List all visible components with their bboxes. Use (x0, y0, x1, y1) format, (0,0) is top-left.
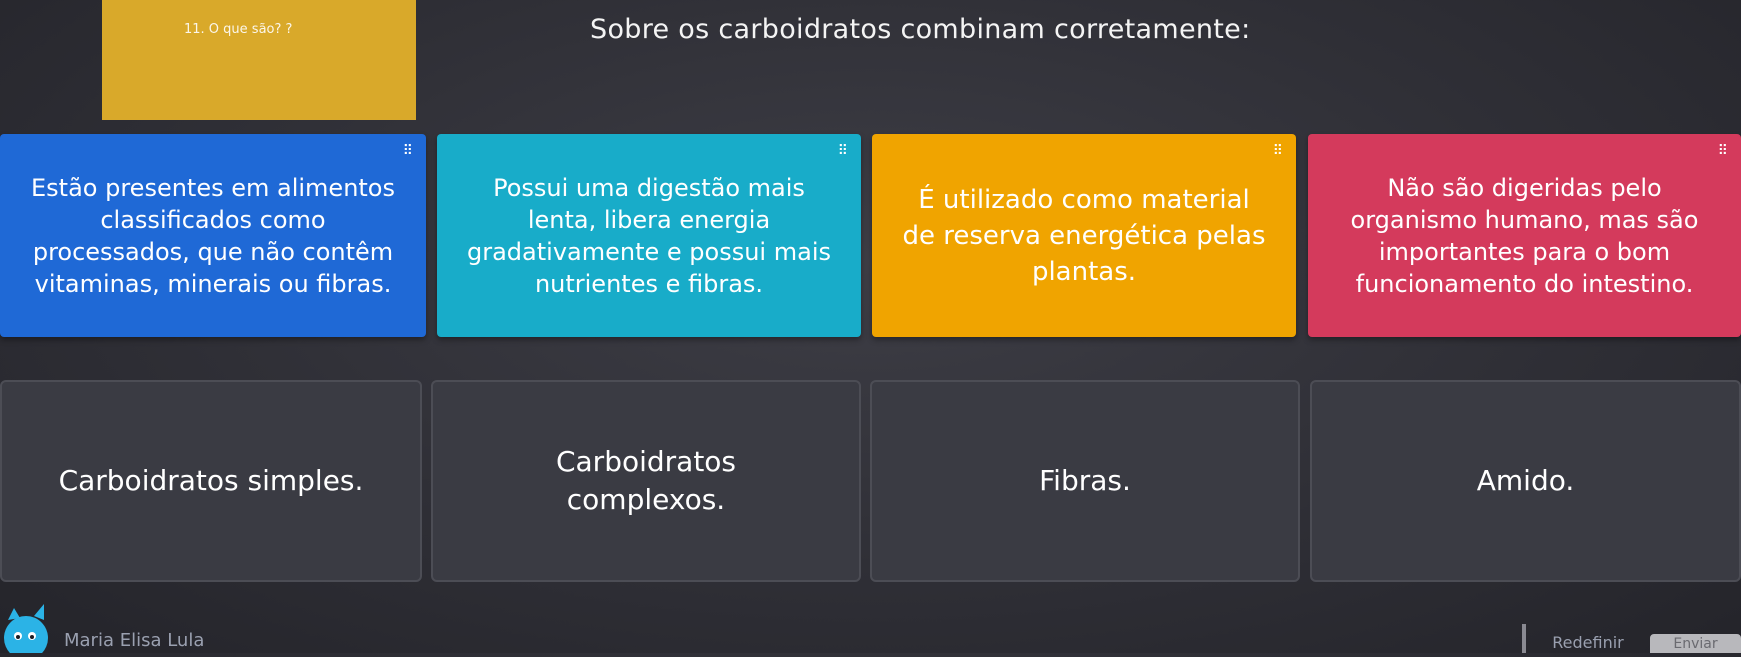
answer-card-text: Estão presentes em alimentos classificad… (31, 173, 395, 298)
drop-target-label: Carboidratos simples. (58, 464, 364, 497)
answer-card[interactable]: É utilizado como material de reserva ene… (872, 134, 1296, 337)
answer-card[interactable]: Estão presentes em alimentos classificad… (0, 134, 426, 337)
drop-target[interactable]: Fibras. (870, 380, 1300, 582)
question-image: 11. O que são? ? (102, 0, 416, 120)
answer-card-text: Não são digeridas pelo organismo humano,… (1350, 173, 1699, 298)
answer-card[interactable]: Não são digeridas pelo organismo humano,… (1308, 134, 1741, 337)
answer-card[interactable]: Possui uma digestão mais lenta, libera e… (437, 134, 861, 337)
divider (1522, 624, 1526, 653)
drag-handle-icon[interactable]: ⠿ (838, 144, 848, 158)
drag-handle-icon[interactable]: ⠿ (1718, 144, 1728, 158)
question-image-caption: 11. O que são? ? (184, 22, 293, 37)
drop-target[interactable]: Amido. (1310, 380, 1741, 582)
drop-target[interactable]: Carboidratos simples. (0, 380, 422, 582)
drop-target-label: Fibras. (1039, 464, 1131, 497)
drop-target-label: Amido. (1476, 464, 1575, 497)
footer-bar: Maria Elisa Lula Redefinir Enviar (0, 598, 1741, 657)
answer-card-text: É utilizado como material de reserva ene… (902, 184, 1266, 287)
drop-target[interactable]: Carboidratos complexos. (431, 380, 861, 582)
drag-handle-icon[interactable]: ⠿ (403, 144, 413, 158)
drag-handle-icon[interactable]: ⠿ (1273, 144, 1283, 158)
player-name: Maria Elisa Lula (64, 630, 205, 651)
avatar-icon (0, 598, 60, 657)
answer-card-text: Possui uma digestão mais lenta, libera e… (467, 173, 831, 298)
question-title: Sobre os carboidratos combinam corretame… (590, 14, 1251, 45)
reset-button[interactable]: Redefinir (1545, 632, 1631, 653)
drop-target-label: Carboidratos complexos. (555, 445, 737, 516)
submit-button[interactable]: Enviar (1650, 634, 1741, 653)
